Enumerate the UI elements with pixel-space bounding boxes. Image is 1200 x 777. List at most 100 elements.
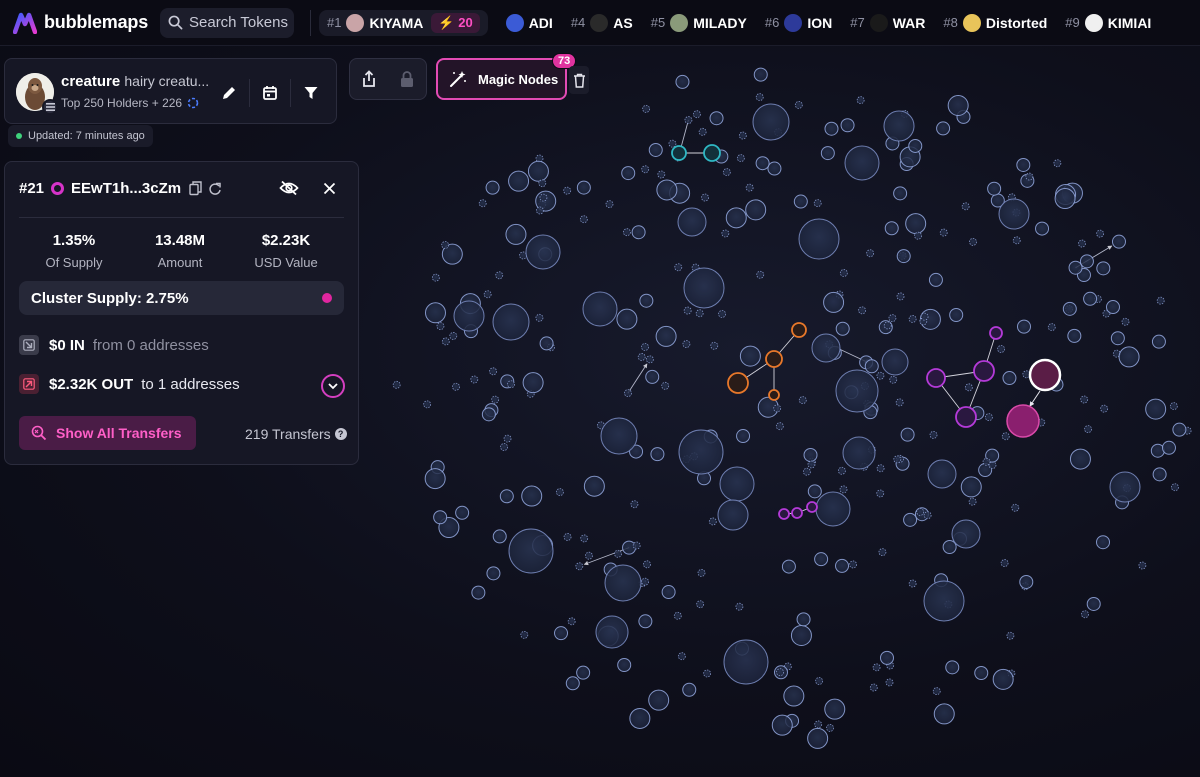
holder-bubble[interactable] xyxy=(489,367,497,376)
holder-bubble[interactable] xyxy=(710,341,719,350)
holder-bubble[interactable] xyxy=(555,488,564,496)
holder-bubble[interactable] xyxy=(1111,234,1126,249)
holder-bubble[interactable] xyxy=(842,436,876,470)
holder-bubble[interactable] xyxy=(1067,328,1082,343)
holder-bubble[interactable] xyxy=(835,321,850,336)
holder-bubble[interactable] xyxy=(923,511,932,520)
holder-bubble[interactable] xyxy=(881,348,909,376)
holder-bubble[interactable] xyxy=(1096,229,1105,238)
holder-bubble[interactable] xyxy=(1001,432,1010,441)
holder-bubble[interactable] xyxy=(677,652,686,661)
holder-bubble[interactable] xyxy=(794,101,803,109)
holder-bubble[interactable] xyxy=(1138,561,1147,570)
holder-bubble[interactable] xyxy=(452,382,460,391)
holder-bubble[interactable] xyxy=(1062,301,1077,316)
holder-bubble[interactable] xyxy=(436,322,445,331)
holder-bubble[interactable] xyxy=(423,400,432,409)
holder-bubble[interactable] xyxy=(839,269,848,277)
holder-bubble[interactable] xyxy=(820,146,835,161)
holder-bubble[interactable] xyxy=(1047,323,1056,332)
holder-bubble[interactable] xyxy=(505,223,527,245)
holder-bubble[interactable] xyxy=(1151,334,1166,349)
holder-bubble[interactable] xyxy=(708,517,717,526)
holder-bubble[interactable] xyxy=(883,110,915,142)
ticker-item[interactable]: #6 ION xyxy=(765,13,832,32)
holder-bubble[interactable] xyxy=(703,669,712,678)
holder-bubble[interactable] xyxy=(908,138,923,153)
holder-bubble[interactable] xyxy=(1083,291,1098,306)
holder-bubble[interactable] xyxy=(1016,157,1031,172)
holder-bubble[interactable] xyxy=(1084,425,1092,434)
cluster-bubble[interactable] xyxy=(703,144,721,162)
holder-bubble[interactable] xyxy=(866,249,875,258)
holder-bubble[interactable] xyxy=(1161,440,1176,455)
holder-bubble[interactable] xyxy=(677,207,707,237)
holder-bubble[interactable] xyxy=(1053,159,1062,168)
holder-bubble[interactable] xyxy=(951,519,981,549)
holder-bubble[interactable] xyxy=(1172,422,1187,437)
holder-bubble[interactable] xyxy=(643,560,651,569)
clear-magic-button[interactable] xyxy=(569,66,589,94)
holder-bubble[interactable] xyxy=(927,459,957,489)
holder-bubble[interactable] xyxy=(872,663,881,672)
holder-bubble[interactable] xyxy=(885,678,894,687)
holder-bubble[interactable] xyxy=(900,427,915,442)
holder-bubble[interactable] xyxy=(1121,317,1130,326)
ticker-item[interactable]: #8 Distorted xyxy=(943,13,1047,32)
holder-bubble[interactable] xyxy=(580,534,589,543)
cluster-bubble[interactable] xyxy=(973,360,995,382)
holder-bubble[interactable] xyxy=(478,199,487,208)
holder-bubble[interactable] xyxy=(583,475,605,497)
holder-bubble[interactable] xyxy=(802,467,811,476)
holder-bubble[interactable] xyxy=(876,489,885,498)
holder-bubble[interactable] xyxy=(471,585,486,600)
filter-button[interactable] xyxy=(298,80,324,106)
holder-bubble[interactable] xyxy=(964,383,973,392)
holder-bubble[interactable] xyxy=(675,74,690,89)
holder-bubble[interactable] xyxy=(908,579,917,588)
holder-bubble[interactable] xyxy=(987,181,1002,196)
holder-bubble[interactable] xyxy=(739,345,761,367)
holder-bubble[interactable] xyxy=(616,308,638,330)
holder-bubble[interactable] xyxy=(721,229,730,238)
holder-bubble[interactable] xyxy=(968,497,977,506)
holder-bubble[interactable] xyxy=(984,413,993,422)
holder-bubble[interactable] xyxy=(1068,260,1083,275)
magic-nodes-button[interactable]: Magic Nodes xyxy=(436,58,567,100)
holder-bubble[interactable] xyxy=(997,345,1006,353)
holder-bubble[interactable] xyxy=(908,315,917,323)
holder-bubble[interactable] xyxy=(745,183,754,192)
ticker-item[interactable]: #5 MILADY xyxy=(651,13,747,32)
holder-bubble[interactable] xyxy=(771,714,793,736)
holder-bubble[interactable] xyxy=(923,580,965,622)
holder-bubble[interactable] xyxy=(961,202,970,211)
holder-bubble[interactable] xyxy=(1054,188,1076,210)
holder-bubble[interactable] xyxy=(508,170,530,192)
holder-bubble[interactable] xyxy=(508,528,554,574)
holder-bubble[interactable] xyxy=(668,139,677,148)
holder-bubble[interactable] xyxy=(837,466,846,475)
cluster-bubble[interactable] xyxy=(926,368,946,388)
cluster-bubble[interactable] xyxy=(791,507,803,519)
holder-bubble[interactable] xyxy=(1156,296,1165,305)
holder-bubble[interactable] xyxy=(839,485,848,494)
close-panel-button[interactable] xyxy=(323,182,336,195)
holder-bubble[interactable] xyxy=(642,104,651,113)
holder-bubble[interactable] xyxy=(1081,610,1089,619)
holder-bubble[interactable] xyxy=(824,698,846,720)
holder-bubble[interactable] xyxy=(683,306,692,315)
holder-bubble[interactable] xyxy=(807,460,816,469)
holder-bubble[interactable] xyxy=(796,612,811,627)
holder-bubble[interactable] xyxy=(682,682,697,697)
holder-bubble[interactable] xyxy=(538,179,547,188)
holder-bubble[interactable] xyxy=(655,325,677,347)
holder-bubble[interactable] xyxy=(781,559,796,574)
holder-bubble[interactable] xyxy=(507,380,515,389)
holder-bubble[interactable] xyxy=(527,160,549,182)
holder-bubble[interactable] xyxy=(1017,319,1032,334)
holder-bubble[interactable] xyxy=(974,666,989,681)
holder-bubble[interactable] xyxy=(896,292,905,301)
holder-bubble[interactable] xyxy=(939,228,948,237)
holder-bubble[interactable] xyxy=(776,668,784,677)
holder-bubble[interactable] xyxy=(773,404,782,413)
